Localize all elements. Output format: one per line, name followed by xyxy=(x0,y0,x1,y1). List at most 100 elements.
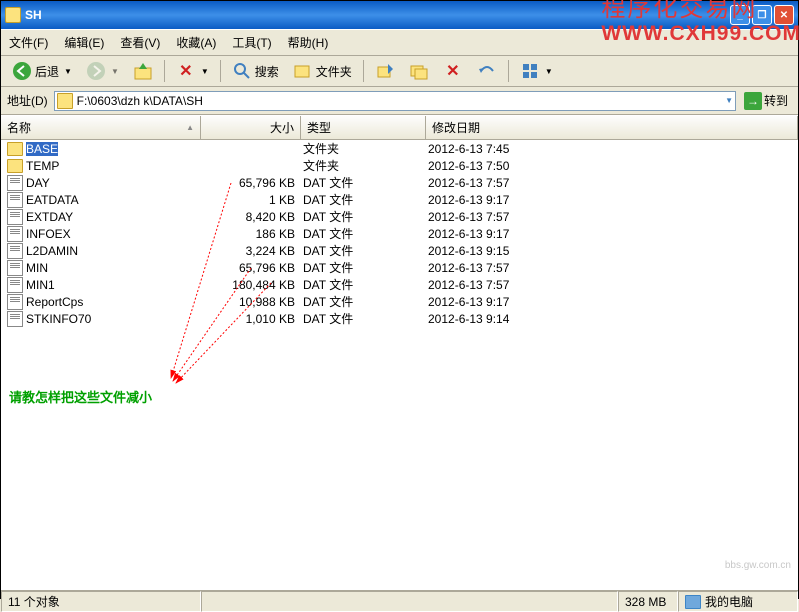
file-icon xyxy=(7,277,23,293)
file-type: DAT 文件 xyxy=(299,225,424,242)
file-name: EXTDAY xyxy=(26,210,73,224)
table-row[interactable]: DAY65,796 KBDAT 文件2012-6-13 7:57 xyxy=(1,174,798,191)
status-location: 我的电脑 xyxy=(678,591,798,612)
menu-help[interactable]: 帮助(H) xyxy=(284,32,333,53)
table-row[interactable]: STKINFO701,010 KBDAT 文件2012-6-13 9:14 xyxy=(1,310,798,327)
column-type[interactable]: 类型 xyxy=(301,116,426,139)
views-icon xyxy=(520,61,540,81)
undo-icon xyxy=(477,61,497,81)
address-input[interactable] xyxy=(77,94,723,108)
titlebar[interactable]: SH _ ❐ ✕ xyxy=(1,1,798,29)
column-headers: 名称▲ 大小 类型 修改日期 xyxy=(1,115,798,140)
table-row[interactable]: MIN1180,484 KBDAT 文件2012-6-13 7:57 xyxy=(1,276,798,293)
menu-edit[interactable]: 编辑(E) xyxy=(60,32,108,53)
column-name[interactable]: 名称▲ xyxy=(1,116,201,139)
table-row[interactable]: MIN65,796 KBDAT 文件2012-6-13 7:57 xyxy=(1,259,798,276)
chevron-down-icon: ▼ xyxy=(545,67,553,76)
maximize-button[interactable]: ❐ xyxy=(752,5,772,25)
chevron-down-icon: ▼ xyxy=(111,67,119,76)
file-icon xyxy=(7,192,23,208)
table-row[interactable]: EXTDAY8,420 KBDAT 文件2012-6-13 7:57 xyxy=(1,208,798,225)
table-row[interactable]: ReportCps10,988 KBDAT 文件2012-6-13 9:17 xyxy=(1,293,798,310)
computer-icon xyxy=(685,595,701,609)
separator xyxy=(220,60,221,82)
file-type: DAT 文件 xyxy=(299,259,424,276)
status-size: 328 MB xyxy=(618,591,678,612)
file-name: ReportCps xyxy=(26,295,83,309)
views-button[interactable]: ▼ xyxy=(515,58,558,84)
delete-button[interactable]: ✕ ▼ xyxy=(171,58,214,84)
menu-view[interactable]: 查看(V) xyxy=(116,32,164,53)
menu-favorites[interactable]: 收藏(A) xyxy=(172,32,220,53)
file-name: EATDATA xyxy=(26,193,79,207)
file-date: 2012-6-13 7:57 xyxy=(424,176,796,190)
chevron-down-icon[interactable]: ▼ xyxy=(725,96,733,105)
sort-asc-icon: ▲ xyxy=(186,123,194,132)
file-icon xyxy=(7,294,23,310)
statusbar: 11 个对象 328 MB 我的电脑 xyxy=(1,590,798,612)
file-name: STKINFO70 xyxy=(26,312,91,326)
folder-icon xyxy=(7,142,23,156)
undo-button[interactable] xyxy=(472,58,502,84)
back-label: 后退 xyxy=(35,63,59,80)
file-size: 3,224 KB xyxy=(199,244,299,258)
table-row[interactable]: EATDATA 1 KBDAT 文件2012-6-13 9:17 xyxy=(1,191,798,208)
trash-icon: ✕ xyxy=(443,61,463,81)
go-label: 转到 xyxy=(764,92,788,109)
file-type: 文件夹 xyxy=(299,157,424,174)
file-name: MIN1 xyxy=(26,278,55,292)
up-icon xyxy=(133,61,153,81)
file-list[interactable]: BASE文件夹2012-6-13 7:45TEMP文件夹2012-6-13 7:… xyxy=(1,140,798,590)
file-date: 2012-6-13 7:50 xyxy=(424,159,796,173)
forward-icon xyxy=(86,61,106,81)
folders-label: 文件夹 xyxy=(316,63,352,80)
menubar: 文件(F) 编辑(E) 查看(V) 收藏(A) 工具(T) 帮助(H) xyxy=(1,29,798,55)
file-size: 186 KB xyxy=(199,227,299,241)
go-button[interactable]: → 转到 xyxy=(740,90,792,112)
move-button[interactable] xyxy=(370,58,400,84)
file-size: 10,988 KB xyxy=(199,295,299,309)
table-row[interactable]: L2DAMIN3,224 KBDAT 文件2012-6-13 9:15 xyxy=(1,242,798,259)
file-icon xyxy=(7,226,23,242)
folders-button[interactable]: 文件夹 xyxy=(288,58,357,84)
file-date: 2012-6-13 9:17 xyxy=(424,193,796,207)
x-icon: ✕ xyxy=(176,61,196,81)
table-row[interactable]: INFOEX186 KBDAT 文件2012-6-13 9:17 xyxy=(1,225,798,242)
back-button[interactable]: 后退 ▼ xyxy=(7,58,77,84)
file-type: DAT 文件 xyxy=(299,208,424,225)
folder-icon xyxy=(57,93,73,109)
file-icon xyxy=(7,175,23,191)
search-label: 搜索 xyxy=(255,63,279,80)
menu-file[interactable]: 文件(F) xyxy=(5,32,52,53)
annotation-text: 请教怎样把这些文件减小 xyxy=(9,387,152,406)
copy-icon xyxy=(409,61,429,81)
up-button[interactable] xyxy=(128,58,158,84)
file-date: 2012-6-13 7:45 xyxy=(424,142,796,156)
search-button[interactable]: 搜索 xyxy=(227,58,284,84)
delete2-button[interactable]: ✕ xyxy=(438,58,468,84)
separator xyxy=(508,60,509,82)
column-size[interactable]: 大小 xyxy=(201,116,301,139)
file-type: DAT 文件 xyxy=(299,191,424,208)
table-row[interactable]: TEMP文件夹2012-6-13 7:50 xyxy=(1,157,798,174)
status-count: 11 个对象 xyxy=(1,591,201,612)
column-date[interactable]: 修改日期 xyxy=(426,116,798,139)
back-icon xyxy=(12,61,32,81)
address-input-wrap[interactable]: ▼ xyxy=(54,91,736,111)
copy-button[interactable] xyxy=(404,58,434,84)
file-size: 8,420 KB xyxy=(199,210,299,224)
forward-button[interactable]: ▼ xyxy=(81,58,124,84)
separator xyxy=(164,60,165,82)
file-size: 65,796 KB xyxy=(199,176,299,190)
table-row[interactable]: BASE文件夹2012-6-13 7:45 xyxy=(1,140,798,157)
file-icon xyxy=(7,311,23,327)
file-size: 180,484 KB xyxy=(199,278,299,292)
file-size: 1 KB xyxy=(199,193,299,207)
file-type: DAT 文件 xyxy=(299,310,424,327)
menu-tools[interactable]: 工具(T) xyxy=(228,32,275,53)
status-spacer xyxy=(201,591,618,612)
chevron-down-icon: ▼ xyxy=(64,67,72,76)
file-name: MIN xyxy=(26,261,48,275)
close-button[interactable]: ✕ xyxy=(774,5,794,25)
minimize-button[interactable]: _ xyxy=(730,5,750,25)
